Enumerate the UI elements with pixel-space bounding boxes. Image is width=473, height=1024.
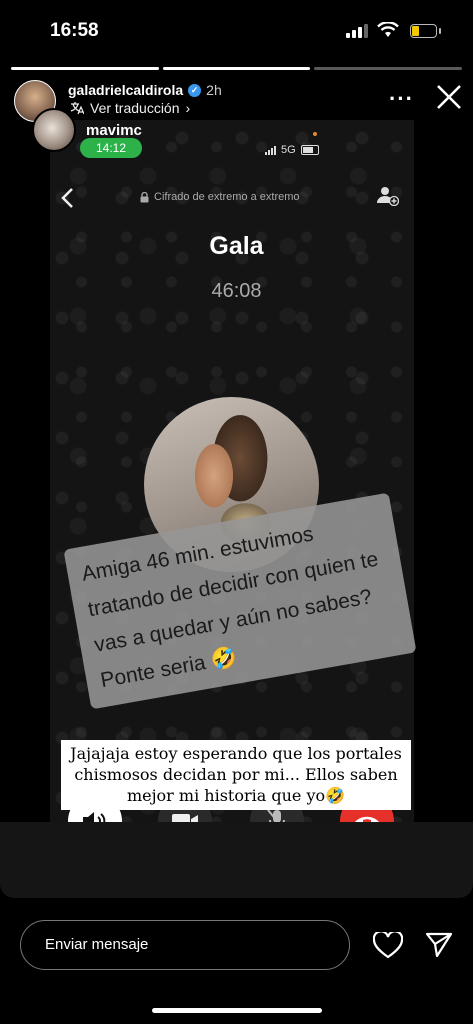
send-icon[interactable] [425, 932, 453, 963]
call-duration: 46:08 [211, 280, 262, 302]
mic-indicator [313, 132, 317, 136]
screenshot-signal-icon [265, 145, 276, 155]
screenshot-status-bar: 5G [265, 144, 319, 156]
close-icon[interactable] [434, 82, 464, 112]
cellular-signal-icon [346, 24, 368, 38]
story-age: 2h [206, 82, 222, 98]
heart-icon[interactable] [372, 930, 404, 964]
translate-label[interactable]: Ver traducción [90, 100, 180, 116]
mention-username[interactable]: mavimc [86, 122, 142, 139]
back-chevron-icon [60, 184, 74, 216]
add-participant-icon [377, 186, 400, 211]
progress-segment [162, 67, 311, 70]
home-indicator[interactable] [152, 1008, 322, 1013]
wifi-icon [377, 21, 399, 43]
story-bottom-edge [0, 822, 473, 898]
story-author[interactable]: galadrielcaldirola ✓ 2h [68, 82, 222, 98]
battery-icon [410, 24, 441, 38]
encryption-notice: Cifrado de extremo a extremo [140, 191, 300, 203]
progress-segment [11, 67, 159, 70]
screenshot-battery-icon [300, 145, 319, 155]
lock-icon [140, 191, 149, 202]
encryption-text: Cifrado de extremo a extremo [154, 191, 300, 203]
status-time: 16:58 [50, 20, 99, 41]
story-progress [11, 67, 463, 70]
progress-segment [314, 67, 463, 70]
see-translation-link[interactable]: Ver traducción › [70, 100, 190, 116]
more-icon[interactable]: ··· [389, 86, 414, 112]
network-type: 5G [281, 144, 296, 156]
call-time-pill: 14:12 [80, 138, 142, 158]
verified-badge-icon: ✓ [188, 83, 202, 97]
send-message-input[interactable]: Enviar mensaje [20, 920, 350, 970]
contact-name: Gala [209, 232, 264, 260]
translate-icon [70, 102, 84, 115]
story-caption: Jajajaja estoy esperando que los portale… [61, 740, 411, 810]
chevron-right-icon: › [185, 100, 191, 116]
username[interactable]: galadrielcaldirola [68, 82, 183, 98]
